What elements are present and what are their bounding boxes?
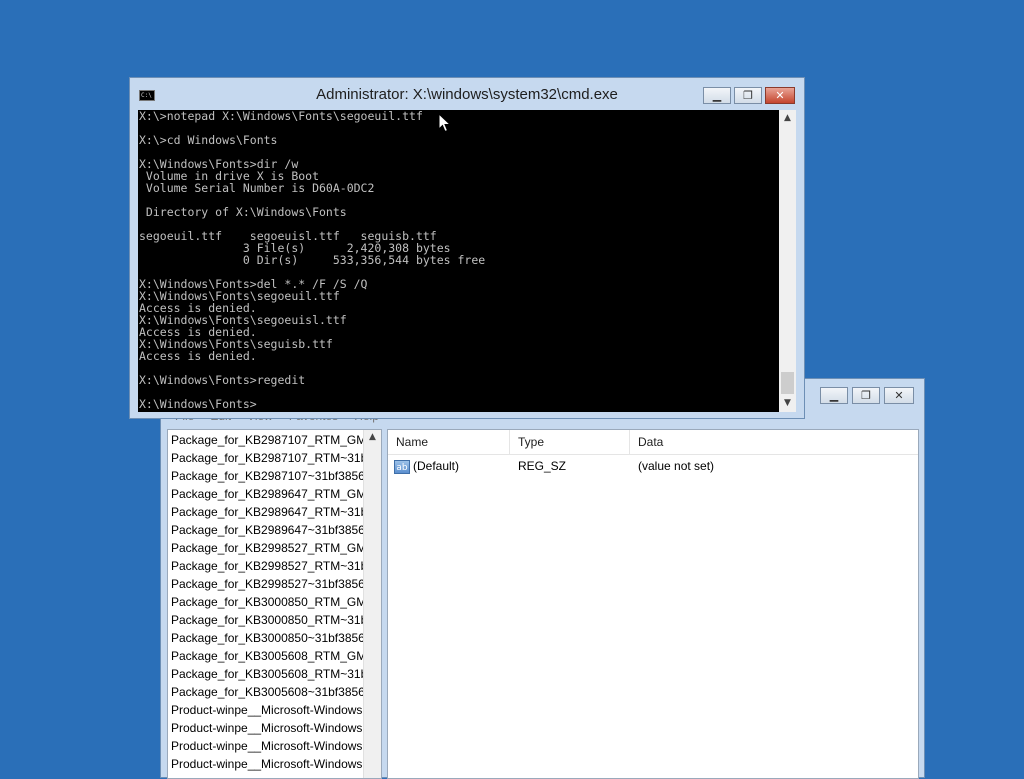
tree-item[interactable]: Package_for_KB2987107_RTM_GM~31bf3856ad3… [171,431,367,449]
console-line: Directory of X:\Windows\Fonts [139,205,347,219]
column-header-name[interactable]: Name [388,430,510,454]
tree-item[interactable]: Package_for_KB3000850_RTM~31bf3856ad364e… [171,611,367,629]
console-line: X:\>notepad X:\Windows\Fonts\segoeuil.tt… [139,110,423,123]
cmd-titlebar[interactable]: C:\ Administrator: X:\windows\system32\c… [130,78,804,110]
minimize-icon: ▁ [712,89,722,102]
value-data: (value not set) [638,459,715,473]
minimize-button[interactable]: ▁ [703,87,731,104]
column-header-type[interactable]: Type [510,430,630,454]
scroll-up-icon[interactable]: ▲ [364,432,381,442]
tree-item[interactable]: Package_for_KB3000850~31bf3856ad364e35 [171,629,367,647]
tree-item[interactable]: Package_for_KB2998527~31bf3856ad364e35 [171,575,367,593]
tree-item[interactable]: Package_for_KB2998527_RTM~31bf3856ad364e… [171,557,367,575]
tree-item[interactable]: Package_for_KB3005608~31bf3856ad364e35 [171,683,367,701]
value-name: (Default) [413,459,460,473]
tree-scrollbar[interactable]: ▲ [363,430,381,778]
values-list[interactable]: Name Type Data ab (Default) REG_SZ (value… [387,429,919,779]
tree-item[interactable]: Package_for_KB2989647_RTM_GM~31bf3856ad3… [171,485,367,503]
tree-item[interactable]: Package_for_KB2987107~31bf3856ad364e35 [171,467,367,485]
console-output[interactable]: X:\>notepad X:\Windows\Fonts\segoeuil.tt… [138,110,779,412]
maximize-icon: ❐ [743,89,753,102]
minimize-icon: ▁ [829,389,839,402]
console-line: X:\Windows\Fonts> [139,397,257,411]
maximize-icon: ❐ [861,389,871,402]
column-header-data[interactable]: Data [630,430,918,454]
tree-item[interactable]: Product-winpe__Microsoft-Windows [171,701,367,719]
console-line: X:\Windows\Fonts>regedit [139,373,306,387]
close-button[interactable]: ✕ [884,387,914,404]
scroll-down-icon[interactable]: ▼ [779,395,796,412]
tree-item[interactable]: Product-winpe__Microsoft-Windows [171,755,367,773]
close-icon: ✕ [894,389,904,402]
mouse-pointer-icon [438,113,452,133]
console-scrollbar[interactable]: ▲ ▼ [779,110,796,412]
maximize-button[interactable]: ❐ [734,87,762,104]
tree-item[interactable]: Package_for_KB3005608_RTM_GM~31bf3856ad3… [171,647,367,665]
tree-item[interactable]: Package_for_KB2998527_RTM_GM~31bf3856ad3… [171,539,367,557]
tree-item[interactable]: Product-winpe__Microsoft-Windows [171,737,367,755]
scroll-up-icon[interactable]: ▲ [779,110,796,127]
value-type: REG_SZ [518,459,567,473]
tree-item[interactable]: Package_for_KB2989647_RTM~31bf3856ad364e… [171,503,367,521]
tree-item[interactable]: Product-winpe__Microsoft-Windows [171,719,367,737]
values-header: Name Type Data [388,430,918,455]
string-value-icon: ab [394,459,410,474]
close-button[interactable]: ✕ [765,87,795,104]
maximize-button[interactable]: ❐ [852,387,880,404]
console-line: Volume Serial Number is D60A-0DC2 [139,181,375,195]
console-line: X:\>cd Windows\Fonts [139,133,278,147]
console-line: Access is denied. [139,349,257,363]
minimize-button[interactable]: ▁ [820,387,848,404]
tree-item[interactable]: Package_for_KB2989647~31bf3856ad364e35 [171,521,367,539]
tree-item[interactable]: Package_for_KB3000850_RTM_GM~31bf3856ad3… [171,593,367,611]
registry-tree[interactable]: Package_for_KB2987107_RTM_GM~31bf3856ad3… [167,429,382,779]
close-icon: ✕ [775,89,785,102]
scroll-thumb[interactable] [781,372,794,394]
tree-item[interactable]: Package_for_KB2987107_RTM~31bf3856ad364e… [171,449,367,467]
tree-item[interactable]: Package_for_KB3005608_RTM~31bf3856ad364e… [171,665,367,683]
console-line: 0 Dir(s) 533,356,544 bytes free [139,253,486,267]
regedit-window[interactable]: ▁ ❐ ✕ FileEditViewFavoritesHelp Package_… [160,378,925,779]
cmd-window[interactable]: C:\ Administrator: X:\windows\system32\c… [129,77,805,419]
value-row[interactable]: ab (Default) REG_SZ (value not set) [388,456,918,476]
